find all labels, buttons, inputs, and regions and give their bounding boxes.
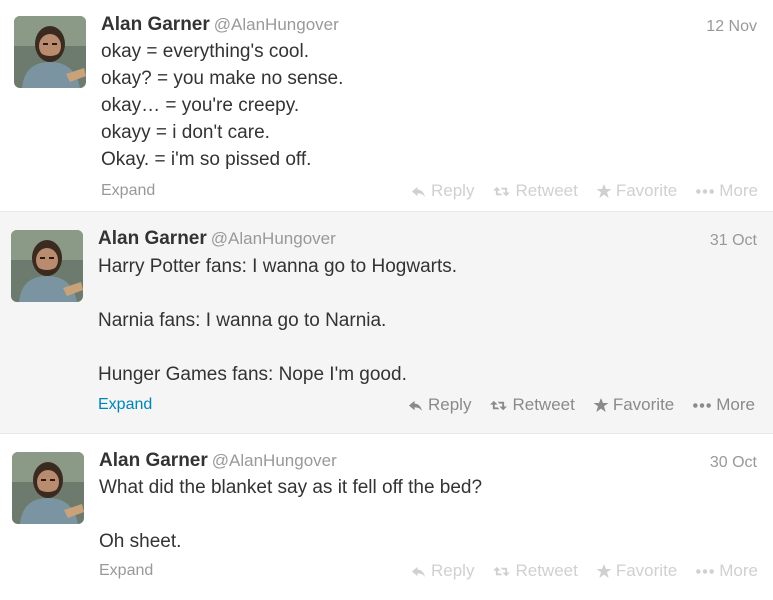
favorite-label: Favorite [615, 561, 678, 580]
retweet-button[interactable]: Retweet [489, 395, 575, 415]
more-label: More [719, 181, 758, 200]
retweet-icon [492, 184, 511, 199]
expand-link[interactable]: Expand [98, 396, 152, 414]
retweet-label: Retweet [515, 561, 578, 580]
retweet-button[interactable]: Retweet [492, 181, 578, 201]
retweet-icon [489, 398, 508, 413]
reply-button[interactable]: Reply [407, 395, 471, 415]
more-dots-icon [692, 402, 712, 409]
expand-link[interactable]: Expand [101, 182, 155, 200]
more-label: More [719, 561, 758, 580]
user-name[interactable]: Alan Garner [99, 450, 208, 471]
tweet-timestamp[interactable]: 12 Nov [706, 18, 757, 36]
user-name[interactable]: Alan Garner [98, 228, 207, 249]
favorite-button[interactable]: Favorite [593, 395, 674, 415]
more-button[interactable]: More [692, 395, 755, 415]
reply-button[interactable]: Reply [410, 561, 474, 581]
favorite-button[interactable]: Favorite [596, 181, 677, 201]
avatar[interactable] [14, 16, 86, 88]
more-button[interactable]: More [695, 561, 758, 581]
favorite-button[interactable]: Favorite [596, 561, 677, 581]
avatar-image [12, 452, 84, 524]
tweet-text: okay = everything's cool. okay? = you ma… [101, 41, 344, 170]
tweet-timestamp[interactable]: 31 Oct [710, 232, 757, 250]
reply-icon [410, 184, 427, 199]
user-handle[interactable]: @AlanHungover [214, 15, 339, 34]
tweet-text: Harry Potter fans: I wanna go to Hogwart… [98, 256, 458, 385]
user-handle[interactable]: @AlanHungover [211, 229, 336, 248]
avatar-image [14, 16, 86, 88]
more-dots-icon [695, 188, 715, 195]
tweet-timestamp[interactable]: 30 Oct [710, 454, 757, 472]
user-handle[interactable]: @AlanHungover [212, 451, 337, 470]
reply-icon [407, 398, 424, 413]
reply-label: Reply [431, 561, 475, 580]
star-icon [593, 397, 609, 413]
retweet-button[interactable]: Retweet [492, 561, 578, 581]
favorite-label: Favorite [612, 395, 675, 414]
retweet-icon [492, 564, 511, 579]
avatar-image [11, 230, 83, 302]
reply-label: Reply [428, 395, 472, 414]
more-button[interactable]: More [695, 181, 758, 201]
tweet-actions: Reply Retweet Favorite More [410, 561, 758, 581]
reply-label: Reply [431, 181, 475, 200]
tweet-actions: Reply Retweet Favorite More [410, 181, 758, 201]
tweet-3[interactable]: Alan Garner @AlanHungover 30 Oct What did… [0, 434, 773, 600]
tweet-1[interactable]: Alan Garner @AlanHungover 12 Nov okay = e… [0, 0, 773, 212]
avatar[interactable] [11, 230, 83, 302]
favorite-label: Favorite [615, 181, 678, 200]
user-name[interactable]: Alan Garner [101, 14, 210, 35]
reply-button[interactable]: Reply [410, 181, 474, 201]
expand-link[interactable]: Expand [99, 562, 153, 580]
retweet-label: Retweet [512, 395, 575, 414]
tweet-header: Alan Garner @AlanHungover [99, 450, 337, 474]
more-label: More [716, 395, 755, 414]
tweet-header: Alan Garner @AlanHungover [98, 228, 336, 252]
star-icon [596, 563, 612, 579]
tweet-header: Alan Garner @AlanHungover [101, 14, 339, 38]
tweet-text: What did the blanket say as it fell off … [99, 477, 483, 552]
retweet-label: Retweet [515, 181, 578, 200]
tweet-2[interactable]: Alan Garner @AlanHungover 31 Oct Harry Po… [0, 212, 773, 434]
avatar[interactable] [12, 452, 84, 524]
more-dots-icon [695, 568, 715, 575]
reply-icon [410, 564, 427, 579]
star-icon [596, 183, 612, 199]
tweet-actions: Reply Retweet Favorite More [407, 395, 755, 415]
